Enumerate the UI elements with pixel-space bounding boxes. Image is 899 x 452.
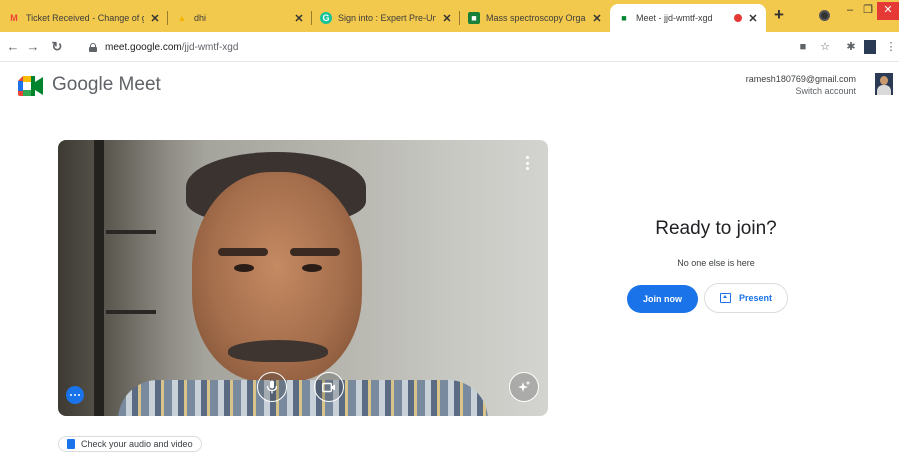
close-tab-icon[interactable]: ✕ — [150, 12, 160, 25]
meet-icon: ■ — [621, 13, 627, 23]
close-tab-icon[interactable]: ✕ — [592, 12, 602, 25]
person-moustache — [228, 340, 328, 362]
avatar-head — [880, 76, 888, 85]
extensions-icon[interactable]: ✱ — [843, 39, 859, 55]
microphone-icon — [266, 380, 278, 394]
camera-toggle-button[interactable] — [314, 372, 344, 402]
brand-title: Google Meet — [52, 74, 161, 95]
url-text: meet.google.com/jjd-wmtf-xgd — [105, 42, 238, 53]
tab-sign-in[interactable]: G Sign into : Expert Pre-Universi ✕ — [312, 4, 460, 32]
camera-in-use-icon[interactable]: ■ — [795, 39, 811, 55]
microphone-toggle-button[interactable] — [257, 372, 287, 402]
account-info[interactable]: ramesh180769@gmail.com Switch account — [746, 73, 856, 97]
participants-status: No one else is here — [677, 258, 755, 268]
tab-gmail[interactable]: M Ticket Received - Change of gr ✕ — [0, 4, 168, 32]
back-button[interactable]: ← — [4, 38, 22, 56]
new-tab-button[interactable]: + — [769, 6, 789, 26]
recording-indicator-icon — [734, 14, 742, 22]
tab-title: dhi — [194, 13, 207, 23]
avatar[interactable] — [875, 73, 893, 95]
switch-account-link[interactable]: Switch account — [746, 85, 856, 97]
browser-tab-strip: M Ticket Received - Change of gr ✕ ▲ dhi… — [0, 0, 899, 32]
grammarly-icon: G — [320, 12, 332, 24]
lock-icon — [89, 42, 97, 52]
account-email: ramesh180769@gmail.com — [745, 74, 856, 84]
address-bar: ← → ↻ meet.google.com/jjd-wmtf-xgd ■ ☆ ✱… — [0, 32, 899, 62]
tab-mass-spectroscopy[interactable]: ■ Mass spectroscopy Organic ch ✕ — [460, 4, 610, 32]
browser-profile-icon[interactable] — [819, 10, 830, 21]
close-tab-icon[interactable]: ✕ — [294, 12, 304, 25]
present-button[interactable]: Present — [704, 283, 788, 313]
person-eyebrow — [218, 248, 268, 256]
drive-icon: ▲ — [177, 13, 187, 23]
ready-to-join-heading: Ready to join? — [655, 218, 777, 239]
meet-logo-icon — [18, 76, 43, 96]
person-eyebrow — [290, 248, 340, 256]
present-button-label: Present — [738, 293, 773, 303]
person-eye — [234, 264, 254, 272]
close-tab-icon[interactable]: ✕ — [442, 12, 452, 25]
background-shelf — [106, 310, 156, 314]
join-now-button[interactable]: Join now — [627, 285, 698, 313]
reload-button[interactable]: ↻ — [48, 38, 66, 56]
menu-kebab-icon[interactable]: ⋮ — [883, 39, 899, 55]
tab-title: Mass spectroscopy Organic ch — [486, 13, 586, 23]
visual-effects-button[interactable] — [509, 372, 539, 402]
self-video-preview — [58, 140, 548, 416]
forward-button[interactable]: → — [24, 38, 42, 56]
avatar-body — [877, 85, 891, 95]
background-shelf — [106, 230, 156, 234]
close-tab-icon[interactable]: ✕ — [748, 12, 758, 25]
bookmark-star-icon[interactable]: ☆ — [817, 39, 833, 55]
window-close-button[interactable]: ✕ — [877, 2, 899, 20]
check-av-label: Check your audio and video — [81, 439, 193, 449]
url-field[interactable]: meet.google.com/jjd-wmtf-xgd — [83, 36, 783, 58]
video-options-icon[interactable] — [525, 156, 529, 170]
maximize-button[interactable]: ❐ — [857, 2, 879, 20]
background-shelf-post — [94, 140, 104, 416]
person-eye — [302, 264, 322, 272]
tab-title: Sign into : Expert Pre-Universi — [338, 13, 436, 23]
sparkle-effects-icon — [518, 380, 531, 392]
url-path: /jjd-wmtf-xgd — [181, 41, 239, 53]
camera-icon — [322, 382, 335, 392]
gmail-icon: M — [10, 13, 18, 23]
classroom-icon: ■ — [468, 12, 480, 24]
tab-title: Meet - jjd-wmtf-xgd — [636, 13, 713, 23]
tab-meet[interactable]: ■ Meet - jjd-wmtf-xgd ✕ — [610, 4, 766, 32]
tab-title: Ticket Received - Change of gr — [26, 13, 144, 23]
tab-dhi[interactable]: ▲ dhi ✕ — [168, 4, 312, 32]
url-host: meet.google.com — [105, 41, 182, 53]
check-audio-video-button[interactable]: Check your audio and video — [58, 436, 202, 452]
profile-avatar-icon[interactable] — [864, 40, 876, 54]
person-shirt — [118, 380, 488, 416]
check-av-icon — [67, 439, 75, 449]
present-screen-icon — [719, 293, 731, 303]
more-options-button[interactable] — [66, 386, 84, 404]
